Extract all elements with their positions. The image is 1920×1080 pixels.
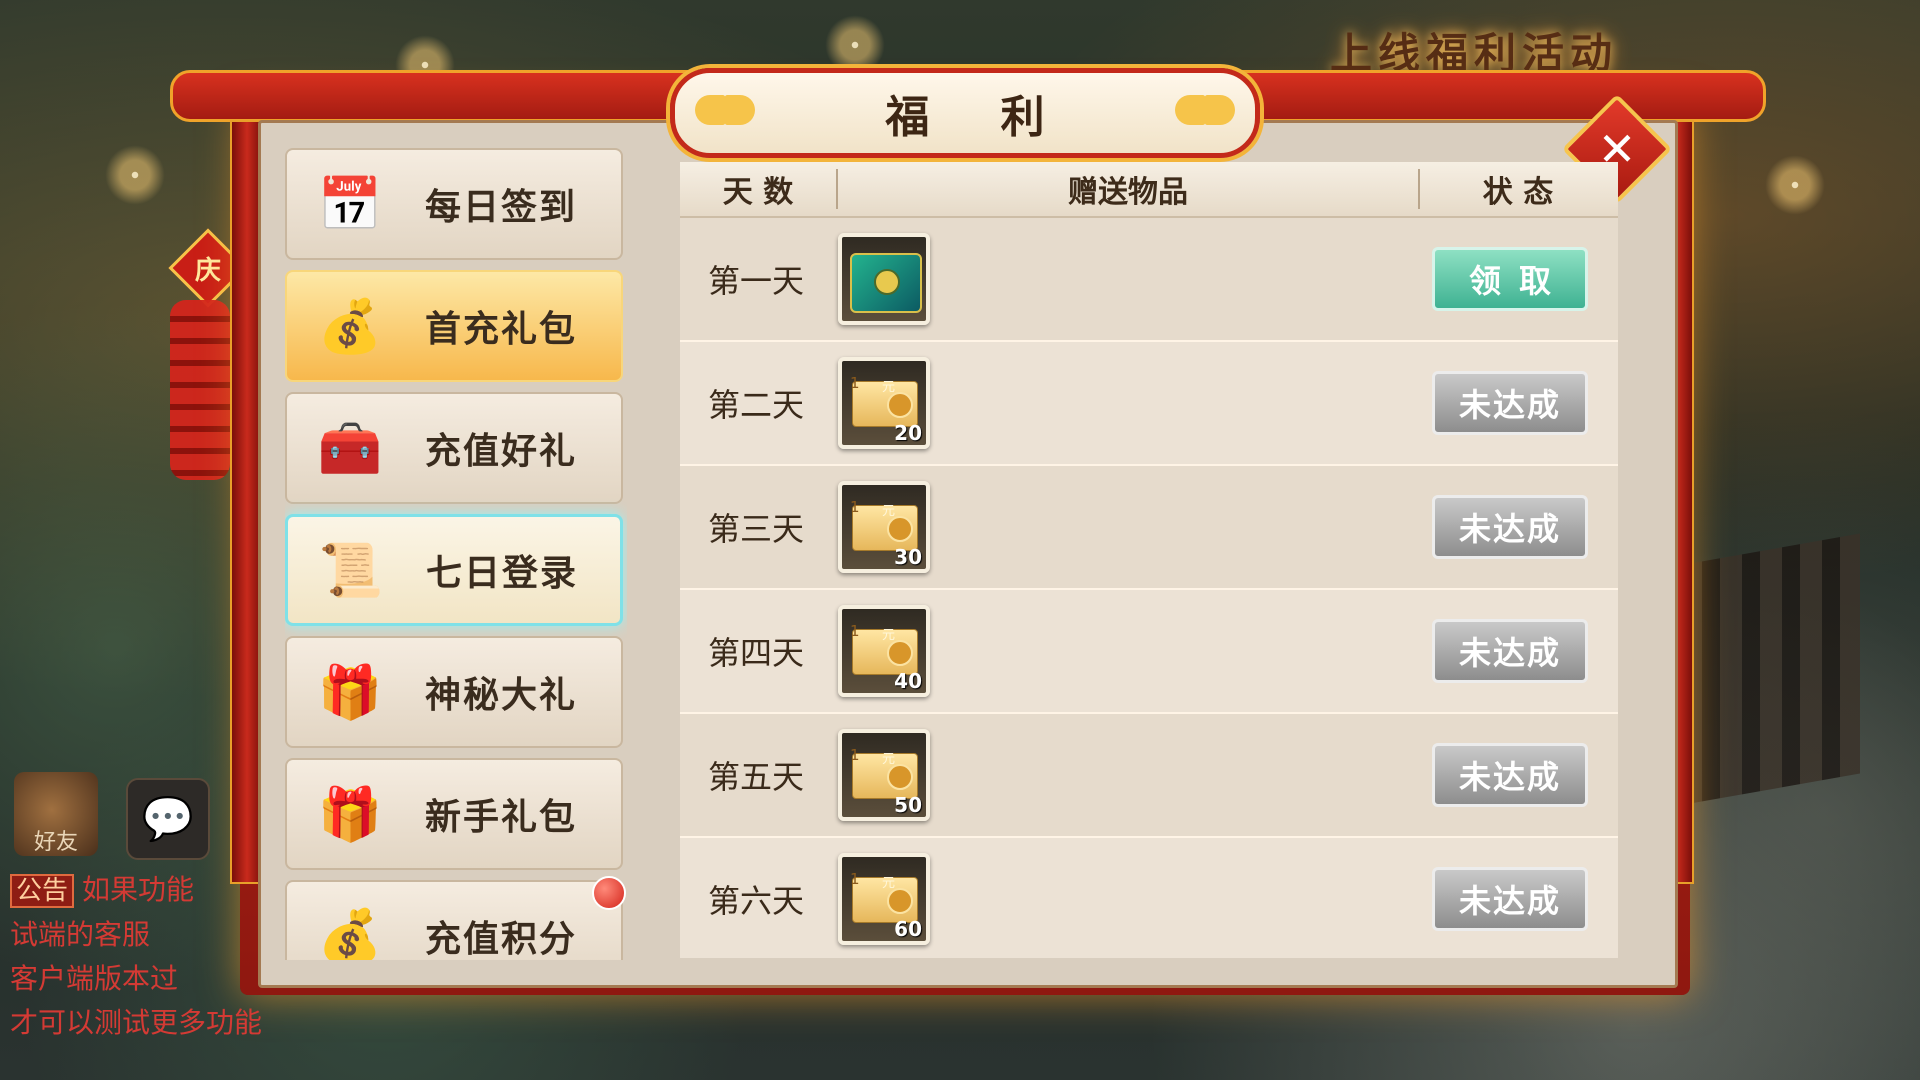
menu-item-label: 首充礼包: [425, 309, 578, 350]
friends-label: 好友: [33, 830, 78, 855]
firework-decoration: [1760, 150, 1830, 220]
menu-item-first-recharge[interactable]: 💰 首充礼包: [285, 270, 623, 382]
window-title: 福 利: [885, 92, 1073, 143]
table-row: 第六天 1 元 60 未达成: [680, 838, 1618, 958]
table-row: 第四天 1 元 40 未达成: [680, 590, 1618, 714]
table-row: 第一天 领取: [680, 218, 1618, 342]
chat-bubble-icon[interactable]: 💬: [126, 778, 210, 860]
money-bag-icon: 💰: [317, 296, 383, 357]
day-label: 第五天: [707, 758, 804, 796]
menu-item-label: 每日签到: [425, 187, 578, 228]
cloud-ornament-icon: [695, 95, 755, 125]
ticket-yuan: 元: [882, 504, 896, 519]
table-body: 第一天 领取 第二天 1 元 20 未达成 第三天 1 元 30 未达成 第四天…: [680, 218, 1618, 958]
ticket-yuan: 元: [882, 752, 896, 767]
not-reached-button[interactable]: 未达成: [1432, 619, 1588, 683]
reward-item-slot[interactable]: 1 元 50: [838, 729, 930, 821]
table-row: 第五天 1 元 50 未达成: [680, 714, 1618, 838]
welfare-menu: 📅 每日签到 💰 首充礼包 🧰 充值好礼 📜 七日登录 🎁 神秘大礼 🎁 新手礼…: [285, 148, 627, 960]
ticket-one: 1: [850, 498, 860, 516]
item-quantity: 40: [894, 669, 922, 693]
open-chest-icon: 🎁: [317, 662, 383, 723]
status-cell: 领取: [1432, 247, 1588, 311]
announcement-line: 才可以测试更多功能: [10, 1006, 263, 1039]
ticket-yuan: 元: [882, 628, 896, 643]
table-header: 天 数 赠送物品 状 态: [680, 162, 1618, 218]
menu-item-daily-checkin[interactable]: 📅 每日签到: [285, 148, 623, 260]
column-header-status: 状 态: [1482, 175, 1554, 210]
menu-item-recharge-points[interactable]: 💰 充值积分: [285, 880, 623, 960]
item-quantity: 60: [894, 917, 922, 941]
not-reached-button[interactable]: 未达成: [1432, 371, 1588, 435]
ticket-one: 1: [850, 870, 860, 888]
firework-decoration: [100, 140, 170, 210]
column-header-items: 赠送物品: [1068, 175, 1188, 210]
day-label: 第一天: [707, 262, 804, 300]
jade-chest-icon: [850, 253, 922, 313]
day-label: 第六天: [707, 882, 804, 920]
reward-item-slot[interactable]: [838, 233, 930, 325]
window-title-plaque: 福 利: [670, 68, 1260, 158]
gift-box-icon: 🎁: [317, 784, 383, 845]
table-row: 第三天 1 元 30 未达成: [680, 466, 1618, 590]
table-row: 第二天 1 元 20 未达成: [680, 342, 1618, 466]
day-label: 第三天: [707, 510, 804, 548]
menu-item-newbie-pack[interactable]: 🎁 新手礼包: [285, 758, 623, 870]
calendar-checkin-icon: 📅: [317, 174, 383, 235]
cloud-ornament-icon: [1175, 95, 1235, 125]
reward-item-slot[interactable]: 1 元 30: [838, 481, 930, 573]
menu-item-recharge-gift[interactable]: 🧰 充值好礼: [285, 392, 623, 504]
day-label: 第二天: [707, 386, 804, 424]
reward-item-slot[interactable]: 1 元 40: [838, 605, 930, 697]
reward-item-slot[interactable]: 1 元 60: [838, 853, 930, 945]
status-cell: 未达成: [1432, 619, 1588, 683]
ticket-one: 1: [850, 746, 860, 764]
reward-table: 天 数 赠送物品 状 态 第一天 领取 第二天 1 元 20 未达成 第三天 1…: [680, 162, 1618, 958]
item-quantity: 30: [894, 545, 922, 569]
status-cell: 未达成: [1432, 867, 1588, 931]
friends-button[interactable]: 好友: [14, 772, 98, 856]
notification-badge: [592, 876, 626, 910]
column-header-day: 天 数: [722, 175, 794, 210]
status-cell: 未达成: [1432, 371, 1588, 435]
menu-item-seven-day-login[interactable]: 📜 七日登录: [285, 514, 623, 626]
treasure-chest-icon: 🧰: [317, 418, 383, 479]
not-reached-button[interactable]: 未达成: [1432, 867, 1588, 931]
reward-item-slot[interactable]: 1 元 20: [838, 357, 930, 449]
status-cell: 未达成: [1432, 495, 1588, 559]
ticket-one: 1: [850, 374, 860, 392]
calendar-seven-icon: 📜: [318, 540, 384, 601]
item-quantity: 50: [894, 793, 922, 817]
announcement-line: 试端的客服: [10, 918, 151, 951]
ticket-one: 1: [850, 622, 860, 640]
announcement-tag: 公告: [10, 874, 75, 908]
not-reached-button[interactable]: 未达成: [1432, 495, 1588, 559]
menu-item-label: 充值好礼: [425, 431, 578, 472]
menu-item-label: 充值积分: [425, 919, 578, 960]
announcement-line: 如果功能: [82, 873, 195, 906]
not-reached-button[interactable]: 未达成: [1432, 743, 1588, 807]
menu-item-mystery-gift[interactable]: 🎁 神秘大礼: [285, 636, 623, 748]
announcement-panel: 公告 如果功能 试端的客服 客户端版本过 才可以测试更多功能: [10, 868, 330, 1045]
ticket-yuan: 元: [882, 380, 896, 395]
announcement-line: 客户端版本过: [10, 962, 179, 995]
menu-item-label: 新手礼包: [425, 797, 578, 838]
menu-item-label: 神秘大礼: [425, 675, 578, 716]
status-cell: 未达成: [1432, 743, 1588, 807]
day-label: 第四天: [707, 634, 804, 672]
claim-button[interactable]: 领取: [1432, 247, 1588, 311]
menu-item-label: 七日登录: [426, 553, 579, 594]
item-quantity: 20: [894, 421, 922, 445]
ticket-yuan: 元: [882, 876, 896, 891]
